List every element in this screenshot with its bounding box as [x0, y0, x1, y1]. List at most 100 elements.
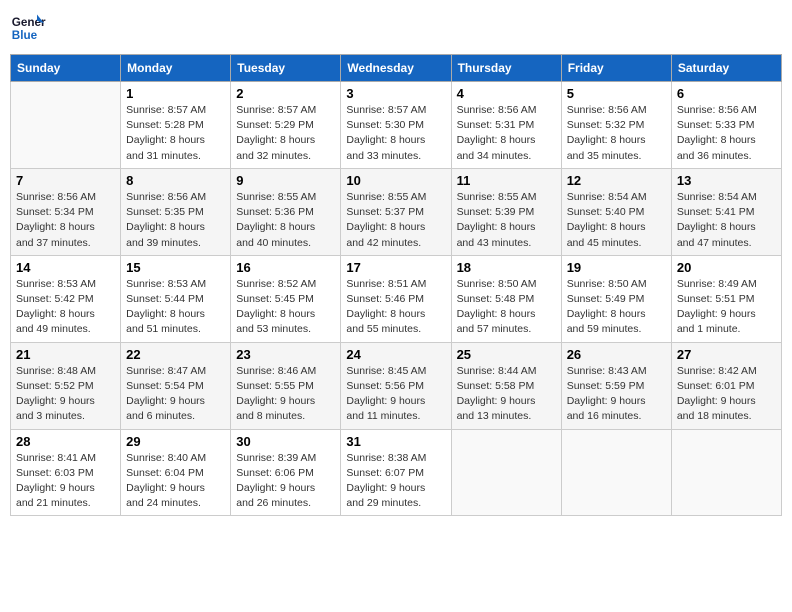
day-info: Sunrise: 8:55 AM Sunset: 5:36 PM Dayligh… [236, 190, 335, 251]
day-number: 8 [126, 173, 225, 188]
day-info: Sunrise: 8:55 AM Sunset: 5:37 PM Dayligh… [346, 190, 445, 251]
day-info: Sunrise: 8:56 AM Sunset: 5:35 PM Dayligh… [126, 190, 225, 251]
day-number: 20 [677, 260, 776, 275]
day-info: Sunrise: 8:44 AM Sunset: 5:58 PM Dayligh… [457, 364, 556, 425]
calendar-cell: 11 Sunrise: 8:55 AM Sunset: 5:39 PM Dayli… [451, 168, 561, 255]
day-info: Sunrise: 8:57 AM Sunset: 5:29 PM Dayligh… [236, 103, 335, 164]
day-number: 12 [567, 173, 666, 188]
weekday-header-thursday: Thursday [451, 55, 561, 82]
calendar-cell [561, 429, 671, 516]
calendar-cell: 23 Sunrise: 8:46 AM Sunset: 5:55 PM Dayli… [231, 342, 341, 429]
calendar-cell [11, 82, 121, 169]
day-number: 6 [677, 86, 776, 101]
logo-icon: General Blue [10, 10, 46, 46]
calendar-cell: 2 Sunrise: 8:57 AM Sunset: 5:29 PM Daylig… [231, 82, 341, 169]
day-info: Sunrise: 8:49 AM Sunset: 5:51 PM Dayligh… [677, 277, 776, 338]
calendar-cell: 30 Sunrise: 8:39 AM Sunset: 6:06 PM Dayli… [231, 429, 341, 516]
calendar-cell: 9 Sunrise: 8:55 AM Sunset: 5:36 PM Daylig… [231, 168, 341, 255]
day-info: Sunrise: 8:45 AM Sunset: 5:56 PM Dayligh… [346, 364, 445, 425]
calendar-cell: 12 Sunrise: 8:54 AM Sunset: 5:40 PM Dayli… [561, 168, 671, 255]
day-number: 16 [236, 260, 335, 275]
day-number: 17 [346, 260, 445, 275]
day-number: 30 [236, 434, 335, 449]
calendar-cell: 29 Sunrise: 8:40 AM Sunset: 6:04 PM Dayli… [121, 429, 231, 516]
calendar-cell: 4 Sunrise: 8:56 AM Sunset: 5:31 PM Daylig… [451, 82, 561, 169]
day-number: 28 [16, 434, 115, 449]
day-info: Sunrise: 8:50 AM Sunset: 5:48 PM Dayligh… [457, 277, 556, 338]
day-info: Sunrise: 8:46 AM Sunset: 5:55 PM Dayligh… [236, 364, 335, 425]
day-number: 11 [457, 173, 556, 188]
day-number: 26 [567, 347, 666, 362]
day-info: Sunrise: 8:52 AM Sunset: 5:45 PM Dayligh… [236, 277, 335, 338]
day-number: 1 [126, 86, 225, 101]
calendar-cell: 18 Sunrise: 8:50 AM Sunset: 5:48 PM Dayli… [451, 255, 561, 342]
day-info: Sunrise: 8:48 AM Sunset: 5:52 PM Dayligh… [16, 364, 115, 425]
day-number: 13 [677, 173, 776, 188]
day-info: Sunrise: 8:55 AM Sunset: 5:39 PM Dayligh… [457, 190, 556, 251]
calendar-cell: 31 Sunrise: 8:38 AM Sunset: 6:07 PM Dayli… [341, 429, 451, 516]
day-number: 24 [346, 347, 445, 362]
weekday-header-saturday: Saturday [671, 55, 781, 82]
calendar-week-3: 14Sunrise: 8:53 AM Sunset: 5:42 PM Dayli… [11, 255, 782, 342]
calendar-cell: 21 Sunrise: 8:48 AM Sunset: 5:52 PM Dayli… [11, 342, 121, 429]
weekday-header-tuesday: Tuesday [231, 55, 341, 82]
calendar-cell: 7Sunrise: 8:56 AM Sunset: 5:34 PM Daylig… [11, 168, 121, 255]
day-number: 9 [236, 173, 335, 188]
day-number: 4 [457, 86, 556, 101]
day-number: 19 [567, 260, 666, 275]
calendar-cell: 15 Sunrise: 8:53 AM Sunset: 5:44 PM Dayli… [121, 255, 231, 342]
calendar-cell: 22 Sunrise: 8:47 AM Sunset: 5:54 PM Dayli… [121, 342, 231, 429]
day-number: 3 [346, 86, 445, 101]
svg-text:General: General [12, 16, 46, 29]
day-number: 23 [236, 347, 335, 362]
day-number: 25 [457, 347, 556, 362]
calendar-week-1: 1 Sunrise: 8:57 AM Sunset: 5:28 PM Daylig… [11, 82, 782, 169]
day-number: 18 [457, 260, 556, 275]
day-info: Sunrise: 8:38 AM Sunset: 6:07 PM Dayligh… [346, 451, 445, 512]
calendar-cell: 28 Sunrise: 8:41 AM Sunset: 6:03 PM Dayli… [11, 429, 121, 516]
calendar-cell: 5 Sunrise: 8:56 AM Sunset: 5:32 PM Daylig… [561, 82, 671, 169]
calendar-cell: 16 Sunrise: 8:52 AM Sunset: 5:45 PM Dayli… [231, 255, 341, 342]
day-info: Sunrise: 8:57 AM Sunset: 5:28 PM Dayligh… [126, 103, 225, 164]
weekday-header-sunday: Sunday [11, 55, 121, 82]
day-info: Sunrise: 8:40 AM Sunset: 6:04 PM Dayligh… [126, 451, 225, 512]
day-number: 31 [346, 434, 445, 449]
calendar-cell: 20 Sunrise: 8:49 AM Sunset: 5:51 PM Dayli… [671, 255, 781, 342]
day-info: Sunrise: 8:56 AM Sunset: 5:32 PM Dayligh… [567, 103, 666, 164]
weekday-header-friday: Friday [561, 55, 671, 82]
day-info: Sunrise: 8:54 AM Sunset: 5:40 PM Dayligh… [567, 190, 666, 251]
day-info: Sunrise: 8:43 AM Sunset: 5:59 PM Dayligh… [567, 364, 666, 425]
calendar-cell: 6 Sunrise: 8:56 AM Sunset: 5:33 PM Daylig… [671, 82, 781, 169]
logo: General Blue [10, 10, 46, 46]
calendar-week-2: 7Sunrise: 8:56 AM Sunset: 5:34 PM Daylig… [11, 168, 782, 255]
day-info: Sunrise: 8:56 AM Sunset: 5:33 PM Dayligh… [677, 103, 776, 164]
day-number: 2 [236, 86, 335, 101]
day-number: 5 [567, 86, 666, 101]
weekday-header-monday: Monday [121, 55, 231, 82]
day-info: Sunrise: 8:50 AM Sunset: 5:49 PM Dayligh… [567, 277, 666, 338]
calendar-week-5: 28 Sunrise: 8:41 AM Sunset: 6:03 PM Dayli… [11, 429, 782, 516]
day-number: 21 [16, 347, 115, 362]
day-info: Sunrise: 8:54 AM Sunset: 5:41 PM Dayligh… [677, 190, 776, 251]
weekday-header-wednesday: Wednesday [341, 55, 451, 82]
day-info: Sunrise: 8:47 AM Sunset: 5:54 PM Dayligh… [126, 364, 225, 425]
calendar-cell: 27Sunrise: 8:42 AM Sunset: 6:01 PM Dayli… [671, 342, 781, 429]
day-number: 15 [126, 260, 225, 275]
calendar-cell: 19 Sunrise: 8:50 AM Sunset: 5:49 PM Dayli… [561, 255, 671, 342]
calendar-cell: 14Sunrise: 8:53 AM Sunset: 5:42 PM Dayli… [11, 255, 121, 342]
calendar-cell: 3Sunrise: 8:57 AM Sunset: 5:30 PM Daylig… [341, 82, 451, 169]
calendar-cell [451, 429, 561, 516]
page-header: General Blue [10, 10, 782, 46]
day-info: Sunrise: 8:51 AM Sunset: 5:46 PM Dayligh… [346, 277, 445, 338]
calendar-cell: 1 Sunrise: 8:57 AM Sunset: 5:28 PM Daylig… [121, 82, 231, 169]
day-number: 29 [126, 434, 225, 449]
calendar-cell: 10 Sunrise: 8:55 AM Sunset: 5:37 PM Dayli… [341, 168, 451, 255]
day-info: Sunrise: 8:39 AM Sunset: 6:06 PM Dayligh… [236, 451, 335, 512]
day-number: 10 [346, 173, 445, 188]
calendar-cell: 8 Sunrise: 8:56 AM Sunset: 5:35 PM Daylig… [121, 168, 231, 255]
day-number: 27 [677, 347, 776, 362]
day-number: 22 [126, 347, 225, 362]
day-info: Sunrise: 8:41 AM Sunset: 6:03 PM Dayligh… [16, 451, 115, 512]
day-info: Sunrise: 8:56 AM Sunset: 5:31 PM Dayligh… [457, 103, 556, 164]
day-info: Sunrise: 8:53 AM Sunset: 5:44 PM Dayligh… [126, 277, 225, 338]
